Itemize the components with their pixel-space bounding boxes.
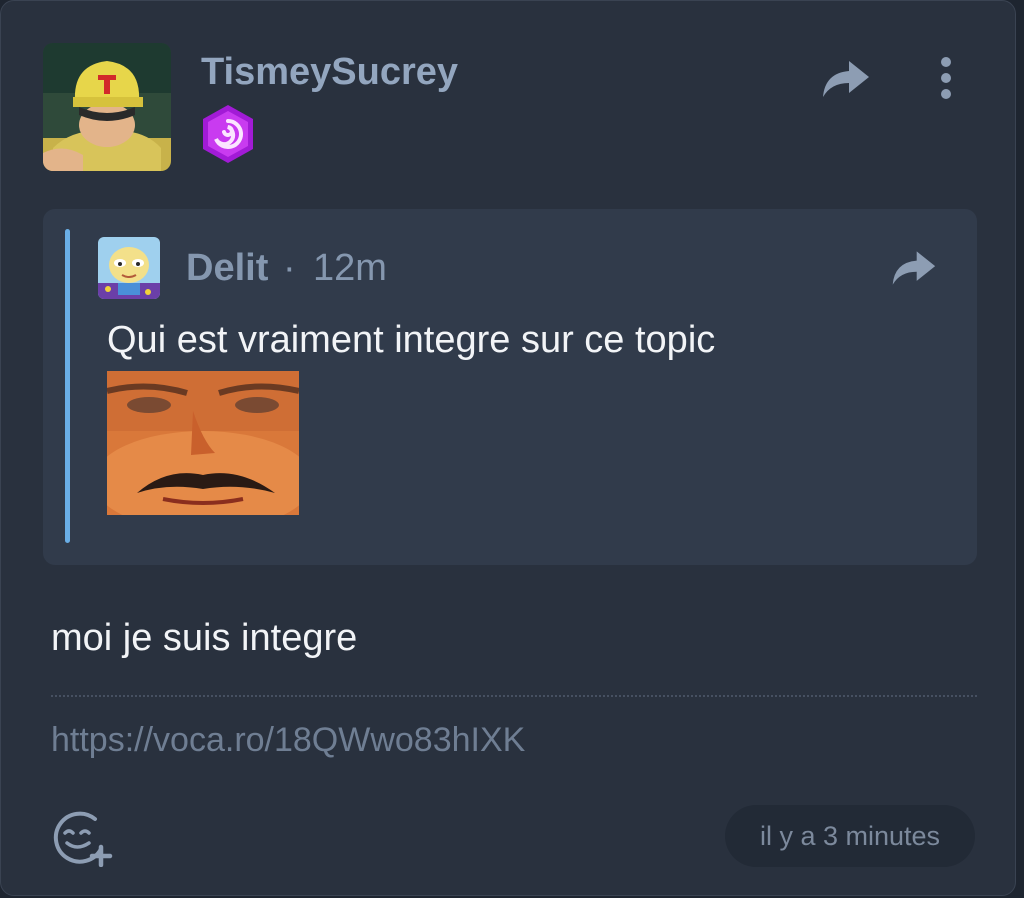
quoted-message[interactable]: Delit · 12m Qui est vraiment integre sur… [43, 209, 977, 565]
post-link[interactable]: https://voca.ro/18QWwo83hIXK [51, 721, 525, 760]
share-icon[interactable] [819, 57, 871, 101]
user-avatar[interactable] [43, 43, 171, 171]
avatar-image [43, 43, 171, 171]
quote-share-icon[interactable] [889, 247, 937, 289]
quote-time: 12m [313, 247, 387, 289]
more-options-icon[interactable] [931, 55, 961, 101]
quote-separator: · [283, 247, 296, 289]
username[interactable]: TismeySucrey [201, 51, 458, 94]
quote-author-name[interactable]: Delit [186, 247, 268, 290]
post-card: TismeySucrey Delit · 12m Qui est vraimen… [0, 0, 1016, 896]
quote-author-avatar[interactable] [98, 237, 160, 299]
timestamp-text: il y a 3 minutes [759, 820, 941, 851]
timestamp-pill: il y a 3 minutes [725, 805, 975, 867]
quote-accent-bar [65, 229, 70, 543]
cartoon-baby-avatar-icon [98, 237, 160, 299]
laughing-face-sticker-icon[interactable] [93, 371, 313, 531]
add-reaction-icon[interactable] [51, 809, 115, 868]
quote-message-text: Qui est vraiment integre sur ce topic [107, 319, 716, 361]
purple-swirl-badge-icon [199, 103, 257, 165]
divider [51, 695, 977, 697]
post-message-text: moi je suis integre [51, 617, 358, 659]
